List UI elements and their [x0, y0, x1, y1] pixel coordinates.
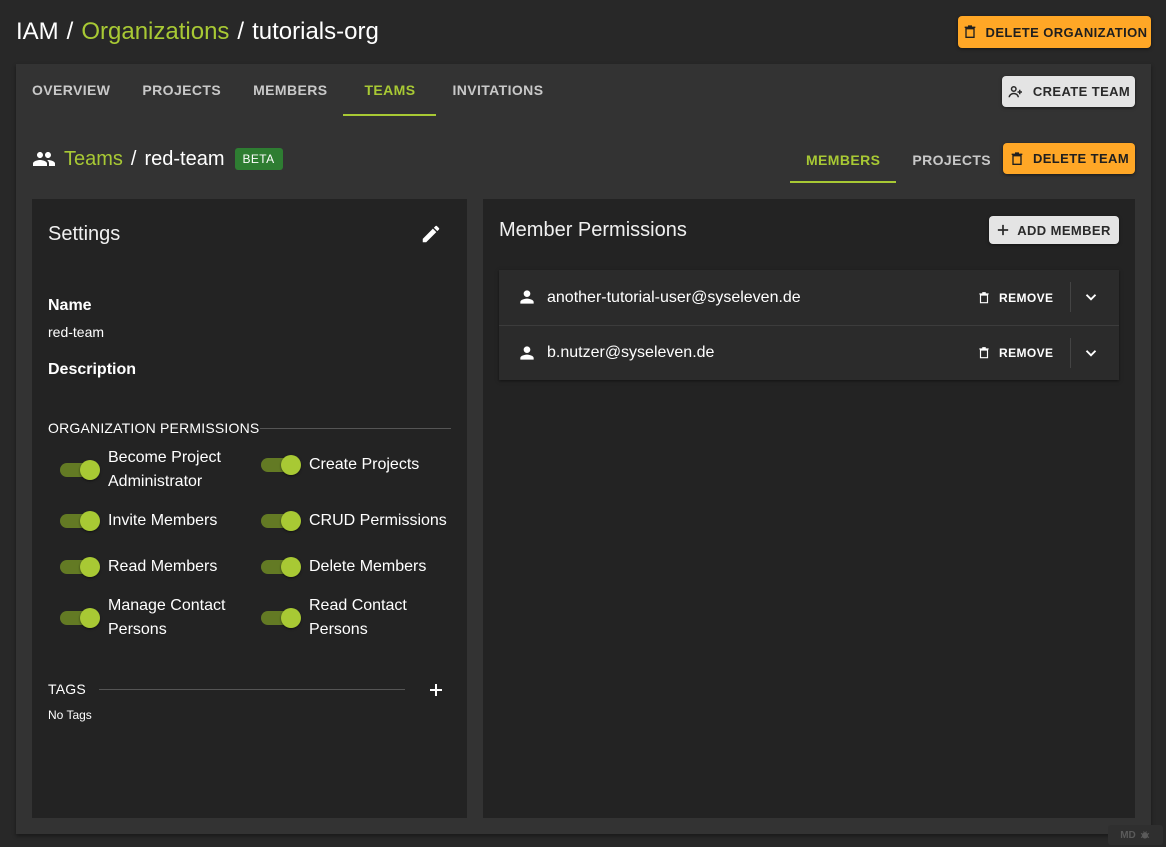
team-name: red-team [144, 147, 225, 170]
section-divider [260, 428, 451, 429]
expand-member-button[interactable] [1079, 285, 1103, 309]
delete-organization-label: DELETE ORGANIZATION [985, 24, 1148, 40]
top-header: IAM / Organizations / tutorials-org DELE… [0, 0, 1166, 64]
team-breadcrumb: Teams / red-team BETA [32, 142, 283, 176]
row-divider [1070, 282, 1071, 312]
member-list: another-tutorial-user@syseleven.de REMOV… [499, 270, 1119, 380]
permission-toggle[interactable] [261, 511, 301, 531]
permission-toggle[interactable] [261, 455, 301, 475]
plus-icon [998, 224, 1009, 236]
permission-label: Invite Members [108, 512, 218, 529]
people-icon [33, 152, 55, 166]
description-label: Description [48, 361, 137, 378]
org-tabs: OVERVIEW PROJECTS MEMBERS TEAMS INVITATI… [16, 64, 559, 116]
member-row[interactable]: another-tutorial-user@syseleven.de REMOV… [499, 270, 1119, 325]
team-tab-members[interactable]: MEMBERS [790, 137, 897, 183]
md-badge-label: MD [1120, 829, 1136, 841]
trash-icon [964, 25, 975, 38]
permission-become-project-admin: Become Project Administrator [60, 446, 240, 494]
breadcrumb-org: tutorials-org [252, 18, 379, 45]
member-email: another-tutorial-user@syseleven.de [547, 288, 801, 306]
team-breadcrumb-separator: / [130, 147, 137, 170]
delete-team-button[interactable]: DELETE TEAM [1003, 143, 1135, 174]
permission-toggle[interactable] [60, 557, 100, 577]
permission-crud-permissions: CRUD Permissions [261, 509, 461, 533]
permission-invite-members: Invite Members [60, 509, 250, 533]
breadcrumb-organizations-link[interactable]: Organizations [81, 16, 229, 48]
name-value: red-team [48, 324, 105, 340]
section-divider [99, 689, 405, 690]
tab-overview[interactable]: OVERVIEW [16, 64, 126, 116]
tab-members[interactable]: MEMBERS [237, 64, 343, 116]
permission-label: Read Contact Persons [309, 597, 407, 638]
tab-teams[interactable]: TEAMS [343, 64, 437, 116]
member-row[interactable]: b.nutzer@syseleven.de REMOVE [499, 325, 1119, 380]
settings-card: Settings Name red-team Description ORGAN… [32, 199, 467, 818]
tab-projects[interactable]: PROJECTS [126, 64, 237, 116]
trash-icon [979, 291, 989, 303]
edit-settings-button[interactable] [416, 219, 446, 249]
permission-toggle[interactable] [261, 608, 301, 628]
create-team-label: CREATE TEAM [1032, 84, 1131, 99]
permission-toggle[interactable] [261, 557, 301, 577]
tags-title: TAGS [48, 681, 86, 697]
beta-badge: BETA [234, 148, 283, 170]
team-tab-projects[interactable]: PROJECTS [896, 137, 1007, 183]
permission-label: Become Project Administrator [108, 449, 221, 490]
add-tag-button[interactable] [425, 679, 447, 701]
permission-toggle[interactable] [60, 511, 100, 531]
team-tabs: MEMBERS PROJECTS [790, 137, 1007, 183]
row-divider [1070, 338, 1071, 368]
person-icon [520, 290, 534, 304]
no-tags-text: No Tags [48, 708, 92, 722]
name-label: Name [48, 297, 92, 314]
member-permissions-card: Member Permissions ADD MEMBER another-tu… [483, 199, 1135, 818]
delete-team-label: DELETE TEAM [1032, 151, 1130, 166]
remove-member-button[interactable]: REMOVE [977, 338, 1053, 368]
group-add-icon [1008, 85, 1022, 97]
breadcrumb-separator: / [66, 18, 74, 45]
delete-organization-button[interactable]: DELETE ORGANIZATION [958, 16, 1151, 48]
remove-member-button[interactable]: REMOVE [977, 283, 1053, 313]
permission-manage-contact-persons: Manage Contact Persons [60, 594, 235, 642]
person-icon [520, 346, 534, 360]
settings-title: Settings [48, 223, 121, 245]
trash-icon [979, 347, 989, 359]
permission-label: Delete Members [309, 558, 427, 575]
main-panel: OVERVIEW PROJECTS MEMBERS TEAMS INVITATI… [16, 64, 1151, 834]
add-member-button[interactable]: ADD MEMBER [989, 216, 1119, 244]
org-permissions-title: ORGANIZATION PERMISSIONS [48, 420, 260, 436]
permission-read-contact-persons: Read Contact Persons [261, 594, 421, 642]
permission-label: Read Members [108, 558, 218, 575]
breadcrumb: IAM / Organizations / tutorials-org [16, 16, 379, 48]
chevron-down-icon [1085, 350, 1097, 357]
permission-label: CRUD Permissions [309, 512, 447, 529]
member-permissions-title: Member Permissions [499, 219, 687, 241]
plus-icon [430, 684, 442, 696]
tab-invitations[interactable]: INVITATIONS [436, 64, 559, 116]
breadcrumb-root: IAM [16, 18, 59, 45]
remove-label: REMOVE [999, 290, 1054, 305]
bug-icon [1140, 831, 1150, 839]
permission-label: Create Projects [309, 456, 420, 473]
permission-toggle[interactable] [60, 460, 100, 480]
permission-create-projects: Create Projects [261, 453, 461, 477]
create-team-button[interactable]: CREATE TEAM [1002, 76, 1135, 107]
teams-link[interactable]: Teams [64, 148, 123, 171]
add-member-label: ADD MEMBER [1017, 222, 1111, 238]
permission-delete-members: Delete Members [261, 555, 461, 579]
breadcrumb-separator: / [237, 18, 245, 45]
trash-icon [1011, 151, 1023, 165]
permission-toggle[interactable] [60, 608, 100, 628]
pencil-icon [422, 225, 440, 243]
permission-read-members: Read Members [60, 555, 250, 579]
expand-member-button[interactable] [1079, 341, 1103, 365]
permission-label: Manage Contact Persons [108, 597, 226, 638]
md-debug-badge[interactable]: MD [1108, 825, 1163, 845]
member-email: b.nutzer@syseleven.de [547, 344, 715, 361]
chevron-down-icon [1085, 294, 1097, 301]
remove-label: REMOVE [999, 346, 1054, 360]
